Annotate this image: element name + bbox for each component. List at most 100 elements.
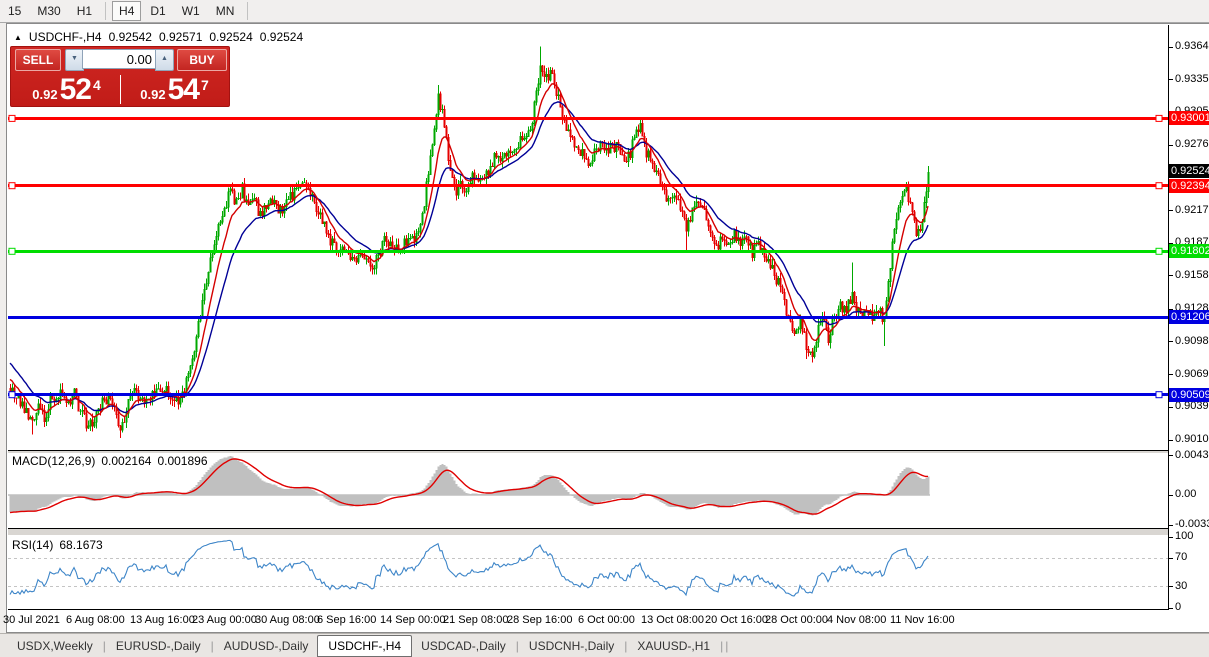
chart-tab-usdcad-daily[interactable]: USDCAD-,Daily [412,636,515,656]
hline-anchor[interactable] [1156,248,1162,254]
price-tick-label: 0.90100 [1175,433,1209,445]
volume-input[interactable] [82,49,156,69]
timeframe-button-w1[interactable]: W1 [175,1,207,21]
time-axis-label: 4 Nov 08:00 [827,614,886,626]
tab-separator: | [624,639,627,653]
hline-anchor[interactable] [9,183,15,189]
toolbar-divider [247,2,248,20]
rsi-splitter[interactable] [8,529,1168,535]
chart-tab-usdcnh-daily[interactable]: USDCNH-,Daily [520,636,623,656]
time-axis-label: 13 Oct 08:00 [641,614,704,626]
macd-value-main: 0.002164 [101,454,151,468]
price-tick-label: 0.90985 [1175,335,1209,347]
hline-anchor[interactable] [9,115,15,121]
rsi-bottom-border [8,609,1168,610]
price-tick-label: 0.91580 [1175,269,1209,281]
price-tick-label: 0.93350 [1175,73,1209,85]
chart-tab-bar: USDX,Weekly|EURUSD-,Daily|AUDUSD-,DailyU… [0,633,1209,657]
time-axis-label: 13 Aug 16:00 [130,614,195,626]
tab-separator: | [720,639,723,653]
rsi-value: 68.1673 [59,538,102,552]
sell-price-prefix: 0.92 [32,85,57,105]
rsi-scale-label: 70 [1175,551,1187,563]
tab-separator: | [211,639,214,653]
chart-tab-usdx-weekly[interactable]: USDX,Weekly [8,636,102,656]
hline-price-label: 0.91802 [1169,244,1209,258]
hline-anchor[interactable] [1156,392,1162,398]
buy-price-prefix: 0.92 [140,85,165,105]
hline-price-label: 0.93001 [1169,111,1209,125]
tab-separator: | [103,639,106,653]
timeframe-toolbar: 15M30H1 H4D1W1MN [0,0,1209,23]
time-axis-label: 6 Sep 16:00 [317,614,376,626]
sell-price-pip: 4 [93,77,101,93]
rsi-scale-label: 100 [1175,530,1193,542]
time-axis-label: 6 Aug 08:00 [66,614,125,626]
hline-anchor[interactable] [1156,115,1162,121]
rsi-panel-canvas[interactable] [8,536,1168,609]
toolbar-divider [105,2,106,20]
rsi-title: RSI(14) [12,538,53,552]
timeframe-button-h1[interactable]: H1 [70,1,99,21]
macd-scale-label: -0.00336 [1175,518,1209,530]
timeframe-button-m30[interactable]: M30 [30,1,67,21]
time-axis-label: 6 Oct 00:00 [578,614,635,626]
tab-separator: | [516,639,519,653]
volume-increase-button[interactable]: ▲ [155,49,174,71]
hline-price-label: 0.92394 [1169,179,1209,193]
ohlc-open: 0.92542 [109,30,152,44]
sell-button[interactable]: SELL [15,49,61,71]
time-axis-label: 30 Aug 08:00 [255,614,320,626]
rsi-scale-label: 0 [1175,601,1181,613]
chart-symbol-title: USDCHF-,H4 [29,30,102,44]
macd-scale-label: 0.004366 [1175,449,1209,461]
buy-button[interactable]: BUY [177,49,227,71]
timeframe-button-h4[interactable]: H4 [112,1,141,21]
price-tick-label: 0.92760 [1175,138,1209,150]
time-axis-label: 28 Oct 00:00 [765,614,828,626]
price-tick-label: 0.90395 [1175,400,1209,412]
sell-price-display[interactable]: 0.92 52 4 [13,72,120,105]
chart-tab-xauusd-h1[interactable]: XAUUSD-,H1 [628,636,719,656]
chart-tab-usdchf-h4[interactable]: USDCHF-,H4 [317,635,412,657]
macd-scale-label: 0.00 [1175,488,1196,500]
buy-price-display[interactable]: 0.92 54 7 [122,72,227,105]
macd-value-signal: 0.001896 [157,454,207,468]
tab-separator: | [725,639,728,653]
chart-tab-eurusd-daily[interactable]: EURUSD-,Daily [107,636,210,656]
macd-splitter[interactable] [8,451,1168,453]
price-tick-label: 0.93645 [1175,40,1209,52]
time-axis-label: 14 Sep 00:00 [380,614,445,626]
time-axis-label: 11 Nov 16:00 [890,614,955,626]
ohlc-low: 0.92524 [209,30,252,44]
current-price-label: 0.92524 [1169,164,1209,178]
price-tick-label: 0.90690 [1175,368,1209,380]
hline-anchor[interactable] [1156,183,1162,189]
ohlc-close: 0.92524 [260,30,303,44]
time-axis-label: 20 Oct 16:00 [705,614,768,626]
hline-price-label: 0.91206 [1169,310,1209,324]
hline-anchor[interactable] [9,248,15,254]
chart-header: ▲ USDCHF-,H4 0.92542 0.92571 0.92524 0.9… [14,30,303,44]
time-axis-label: 30 Jul 2021 [3,614,60,626]
chart-tab-audusd-daily[interactable]: AUDUSD-,Daily [215,636,318,656]
timeframe-button-mn[interactable]: MN [209,1,242,21]
hline-price-label: 0.90509 [1169,388,1209,402]
time-axis-label: 23 Aug 00:00 [192,614,257,626]
up-triangle-icon: ▲ [14,33,22,42]
one-click-trading-panel: SELL ▼ ▲ BUY 0.92 52 4 0.92 54 7 [10,46,230,107]
rsi-scale-label: 30 [1175,580,1187,592]
buy-price-pip: 7 [201,77,209,93]
sell-price-big: 52 [60,75,91,105]
hline-anchor[interactable] [9,392,15,398]
timeframe-button-15[interactable]: 15 [1,1,28,21]
mt4-terminal: { "toolbar": { "timeframes": ["15","M30"… [0,0,1209,657]
rsi-header: RSI(14) 68.1673 [12,538,103,552]
timeframe-button-d1[interactable]: D1 [143,1,172,21]
price-tick-label: 0.92170 [1175,204,1209,216]
macd-title: MACD(12,26,9) [12,454,95,468]
buy-price-big: 54 [168,75,199,105]
macd-header: MACD(12,26,9) 0.002164 0.001896 [12,454,208,468]
price-divider [120,75,121,104]
ohlc-high: 0.92571 [159,30,202,44]
